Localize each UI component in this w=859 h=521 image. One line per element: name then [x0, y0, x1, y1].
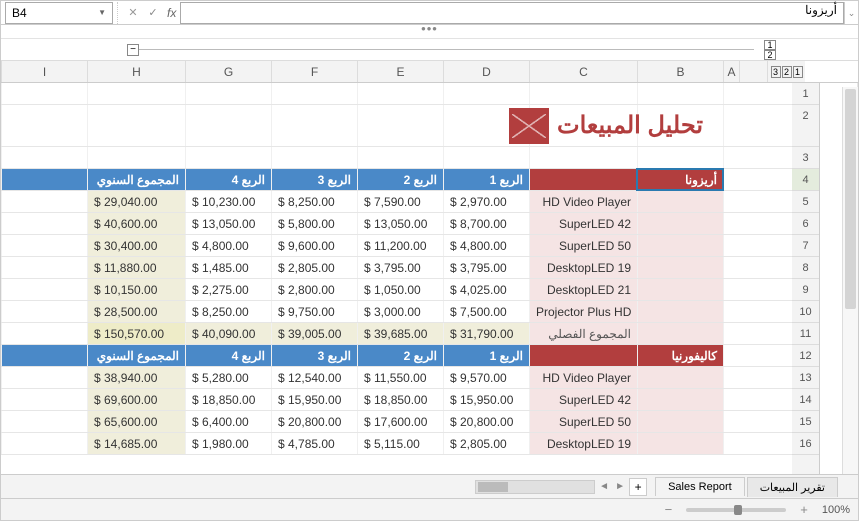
product-label: HD Video Player	[529, 191, 637, 212]
col-header-B[interactable]: B	[637, 61, 723, 82]
select-all-corner[interactable]	[739, 61, 767, 82]
table-row: $ 10,150.00$ 2,275.00$ 2,800.00$ 1,050.0…	[1, 279, 792, 301]
row-12-state-header: المجموع السنوي الربع 4 الربع 3 الربع 2 ا…	[1, 345, 792, 367]
table-row: $ 40,600.00$ 13,050.00$ 5,800.00$ 13,050…	[1, 213, 792, 235]
row-header[interactable]: 9	[792, 279, 819, 301]
subtotal-label: المجموع الفصلي	[529, 323, 637, 344]
row-4-state-header: المجموع السنوي الربع 4 الربع 3 الربع 2 ا…	[1, 169, 792, 191]
col-level-1[interactable]: 1	[764, 40, 776, 50]
column-outline-bar: − 1 2	[1, 39, 858, 61]
table-row: $ 28,500.00$ 8,250.00$ 9,750.00$ 3,000.0…	[1, 301, 792, 323]
col-header-C[interactable]: C	[529, 61, 637, 82]
hdr-q4: الربع 4	[185, 169, 271, 190]
row-header[interactable]: 12	[792, 345, 819, 367]
zoom-level[interactable]: 100%	[822, 504, 850, 516]
row-3	[1, 147, 792, 169]
column-outline-levels: 1 2	[764, 40, 776, 60]
outline-line	[139, 49, 754, 50]
row-header[interactable]: 6	[792, 213, 819, 235]
zoom-out-button[interactable]: −	[661, 502, 677, 517]
horizontal-scrollbar[interactable]	[475, 480, 595, 494]
name-box[interactable]: B4 ▼	[5, 2, 113, 24]
col-header-G[interactable]: G	[185, 61, 271, 82]
hdr-annual: المجموع السنوي	[87, 169, 185, 190]
vertical-scrollbar[interactable]	[842, 87, 858, 474]
row-header[interactable]: 3	[792, 147, 819, 169]
formula-expand-icon[interactable]: ⌄	[844, 2, 858, 24]
row-level-1[interactable]: 1	[793, 66, 803, 78]
status-bar: − + 100%	[1, 498, 858, 520]
zoom-slider[interactable]	[686, 508, 786, 512]
table-row: $ 11,880.00$ 1,485.00$ 2,805.00$ 3,795.0…	[1, 257, 792, 279]
table-row: $ 14,685.00$ 1,980.00$ 4,785.00$ 5,115.0…	[1, 433, 792, 455]
row-2-title: تحليل المبيعات	[1, 105, 792, 147]
grid-area: تحليل المبيعات المجموع السنوي الربع 4 ال…	[1, 83, 858, 477]
state-hdr-spacer	[529, 169, 637, 190]
name-box-dropdown-icon[interactable]: ▼	[98, 8, 106, 17]
table-row: $ 65,600.00$ 6,400.00$ 20,800.00$ 17,600…	[1, 411, 792, 433]
state-california: كاليفورنيا	[637, 345, 723, 366]
sheet-tabs-bar: ◄ ► + Sales Report تقرير المبيعات	[1, 474, 858, 498]
scrollbar-thumb[interactable]	[845, 89, 856, 309]
row-level-3[interactable]: 3	[771, 66, 781, 78]
tab-nav-next-icon[interactable]: ►	[613, 481, 627, 492]
col-header-D[interactable]: D	[443, 61, 529, 82]
row-header[interactable]: 10	[792, 301, 819, 323]
add-sheet-button[interactable]: +	[629, 478, 647, 496]
col-header-F[interactable]: F	[271, 61, 357, 82]
column-headers-row: I H G F E D C B A 3 2 1	[1, 61, 858, 83]
row-header[interactable]: 2	[792, 105, 819, 147]
formula-input[interactable]: أريزونا	[180, 2, 844, 24]
report-title: تحليل المبيعات	[509, 102, 703, 150]
row-header[interactable]: 1	[792, 83, 819, 105]
tab-sales-report[interactable]: Sales Report	[655, 477, 745, 496]
row-header[interactable]: 4	[792, 169, 819, 191]
fx-icon[interactable]: fx	[163, 6, 180, 20]
row-outline-levels: 3 2 1	[767, 61, 805, 82]
row-numbers: 1 2 3 4 5 6 7 8 9 10 11 12 13 14 15 16	[792, 83, 820, 477]
hdr-q3: الربع 3	[271, 169, 357, 190]
col-header-A[interactable]: A	[723, 61, 739, 82]
hdr-q2: الربع 2	[357, 169, 443, 190]
outline-collapse-button[interactable]: −	[127, 44, 139, 56]
row-header[interactable]: 11	[792, 323, 819, 345]
title-text: تحليل المبيعات	[557, 105, 703, 147]
confirm-edit-icon[interactable]: ✓	[143, 6, 163, 19]
col-level-2[interactable]: 2	[764, 50, 776, 60]
tab-sales-report-ar[interactable]: تقرير المبيعات	[747, 477, 838, 497]
cells-area[interactable]: تحليل المبيعات المجموع السنوي الربع 4 ال…	[1, 83, 792, 477]
row-header[interactable]: 7	[792, 235, 819, 257]
table-row: $ 29,040.00$ 10,230.00$ 8,250.00$ 7,590.…	[1, 191, 792, 213]
row-header[interactable]: 14	[792, 389, 819, 411]
chart-icon	[509, 108, 549, 144]
table-row: $ 30,400.00$ 4,800.00$ 9,600.00$ 11,200.…	[1, 235, 792, 257]
name-box-value: B4	[12, 6, 27, 20]
col-header-H[interactable]: H	[87, 61, 185, 82]
row-header[interactable]: 5	[792, 191, 819, 213]
collapsed-ribbon-indicator[interactable]: •••	[1, 25, 858, 39]
zoom-in-button[interactable]: +	[796, 502, 812, 517]
table-row: $ 38,940.00$ 5,280.00$ 12,540.00$ 11,550…	[1, 367, 792, 389]
hdr-q1: الربع 1	[443, 169, 529, 190]
tab-nav-prev-icon[interactable]: ◄	[597, 481, 611, 492]
row-level-2[interactable]: 2	[782, 66, 792, 78]
subtotal-row: $ 150,570.00$ 40,090.00$ 39,005.00$ 39,6…	[1, 323, 792, 345]
table-row: $ 69,600.00$ 18,850.00$ 15,950.00$ 18,85…	[1, 389, 792, 411]
col-header-E[interactable]: E	[357, 61, 443, 82]
row-header[interactable]: 8	[792, 257, 819, 279]
col-header-I[interactable]: I	[1, 61, 87, 82]
cancel-edit-icon[interactable]: ✕	[123, 6, 143, 19]
cell-B4-active[interactable]: أريزونا	[637, 169, 723, 190]
row-header[interactable]: 15	[792, 411, 819, 433]
row-header[interactable]: 16	[792, 433, 819, 455]
row-header[interactable]: 13	[792, 367, 819, 389]
